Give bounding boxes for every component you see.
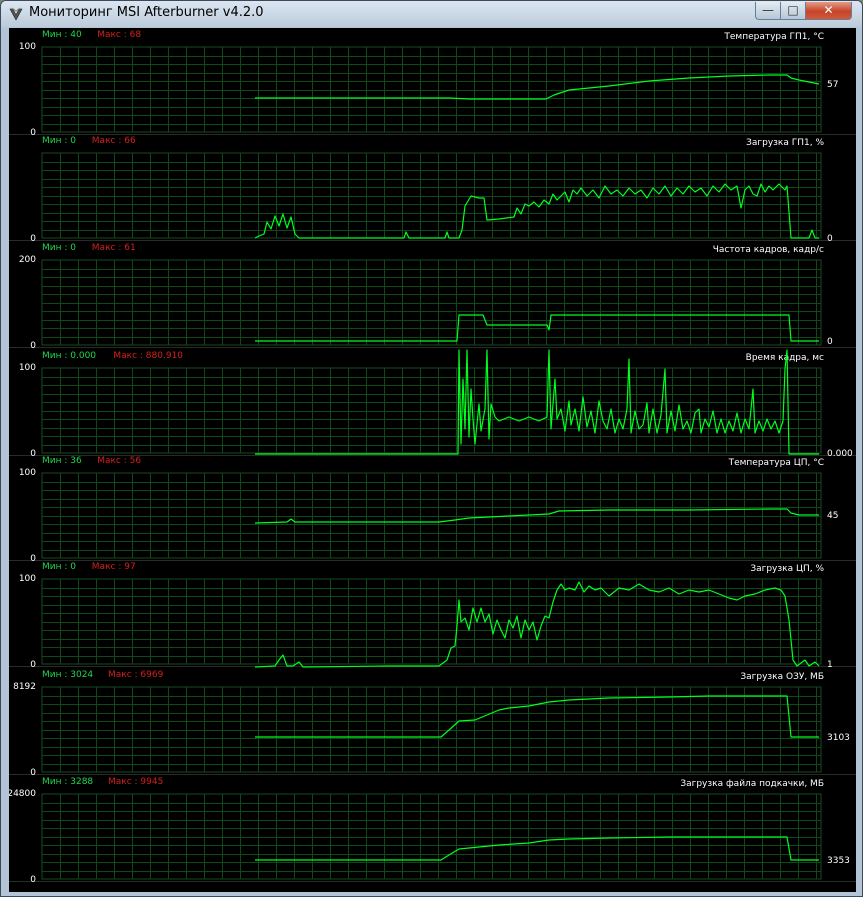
max-label: Макс : 56 (97, 456, 141, 466)
maximize-icon: □ (787, 3, 799, 17)
plot-area (41, 578, 822, 665)
min-label: Мин : 36 (42, 456, 82, 466)
min-label: Мин : 0 (42, 562, 76, 572)
graph-panel-frametime: Мин : 0.000 Макс : 880.910 Время кадра, мс… (9, 349, 856, 459)
y-min-label: 0 (30, 768, 36, 778)
close-button[interactable]: ✕ (805, 2, 852, 20)
plot-area (41, 686, 822, 773)
y-max-label: 100 (19, 42, 36, 52)
y-min-label: 0 (30, 234, 36, 244)
current-value-label: 57 (827, 80, 838, 90)
max-label: Макс : 66 (92, 136, 136, 146)
plot-area (41, 46, 822, 133)
maximize-button[interactable]: □ (780, 2, 806, 20)
graph-panel-framerate: Мин : 0 Макс : 61 Частота кадров, кадр/с 20… (9, 243, 856, 351)
afterburner-icon (9, 7, 23, 21)
minimize-icon: — (762, 3, 774, 17)
current-value-label: 0 (827, 337, 833, 347)
graph-title: Время кадра, мс (746, 353, 824, 363)
close-icon: ✕ (823, 3, 834, 17)
max-label: Макс : 61 (92, 243, 136, 253)
y-max-label: 24800 (9, 789, 36, 799)
graph-panel-cpu-load: Мин : 0 Макс : 97 Загрузка ЦП, % 100 0 1 (9, 562, 856, 670)
graph-title: Загрузка файла подкачки, МБ (680, 779, 824, 789)
current-value-label: 0 (827, 234, 833, 244)
y-min-label: 0 (30, 128, 36, 138)
current-value-label: 1 (827, 660, 833, 670)
graphs-area: Мин : 40 Макс : 68 Температура ГП1, °С 100 0… (9, 28, 856, 892)
graph-title: Загрузка ЦП, % (750, 564, 824, 574)
graph-panel-pagefile: Мин : 3288 Макс : 9945 Загрузка файла подк… (9, 777, 856, 885)
graph-title: Загрузка ГП1, % (746, 138, 824, 148)
min-label: Мин : 0.000 (42, 351, 96, 361)
current-value-label: 3103 (827, 733, 850, 743)
max-label: Макс : 9945 (108, 777, 163, 787)
graph-title: Частота кадров, кадр/с (713, 245, 824, 255)
graph-panel-ram: Мин : 3024 Макс : 6969 Загрузка ОЗУ, МБ 819… (9, 670, 856, 778)
max-label: Макс : 68 (97, 30, 141, 40)
graph-panel-gpu-temp: Мин : 40 Макс : 68 Температура ГП1, °С 100 0… (9, 30, 856, 138)
graph-panel-gpu-load: Мин : 0 Макс : 66 Загрузка ГП1, % 0 0 (9, 136, 856, 244)
plot-area (41, 152, 822, 239)
current-value-label: 3353 (827, 856, 850, 866)
y-min-label: 0 (30, 660, 36, 670)
y-max-label: 200 (19, 255, 36, 265)
y-max-label: 100 (19, 363, 36, 373)
max-label: Макс : 880.910 (113, 351, 183, 361)
current-value-label: 45 (827, 511, 838, 521)
min-label: Мин : 3024 (42, 670, 93, 680)
minimize-button[interactable]: — (755, 2, 781, 20)
graph-title: Температура ЦП, °С (728, 458, 824, 468)
plot-area (41, 367, 822, 454)
graphs-canvas: Мин : 40 Макс : 68 Температура ГП1, °С1000… (9, 30, 856, 885)
monitor-window: Мониторинг MSI Afterburner v4.2.0 — □ ✕ … (0, 0, 863, 897)
y-min-label: 0 (30, 449, 36, 459)
graph-panel-cpu-temp: Мин : 36 Макс : 56 Температура ЦП, °С 100 0 4… (9, 456, 856, 564)
max-label: Макс : 97 (92, 562, 136, 572)
min-label: Мин : 0 (42, 243, 76, 253)
graph-title: Загрузка ОЗУ, МБ (740, 672, 824, 682)
graph-title: Температура ГП1, °С (723, 32, 824, 42)
max-label: Макс : 6969 (108, 670, 164, 680)
y-max-label: 100 (19, 574, 36, 584)
y-min-label: 0 (30, 554, 36, 564)
current-value-label: 0.000 (827, 449, 853, 459)
min-label: Мин : 3288 (42, 777, 93, 787)
y-max-label: 8192 (13, 682, 36, 692)
title-bar[interactable]: Мониторинг MSI Afterburner v4.2.0 — □ ✕ (1, 1, 862, 27)
window-title: Мониторинг MSI Afterburner v4.2.0 (29, 5, 264, 20)
plot-area (41, 259, 822, 346)
y-max-label: 100 (19, 468, 36, 478)
min-label: Мин : 0 (42, 136, 76, 146)
y-min-label: 0 (30, 341, 36, 351)
plot-area (41, 472, 822, 559)
min-label: Мин : 40 (42, 30, 82, 40)
y-min-label: 0 (30, 875, 36, 885)
